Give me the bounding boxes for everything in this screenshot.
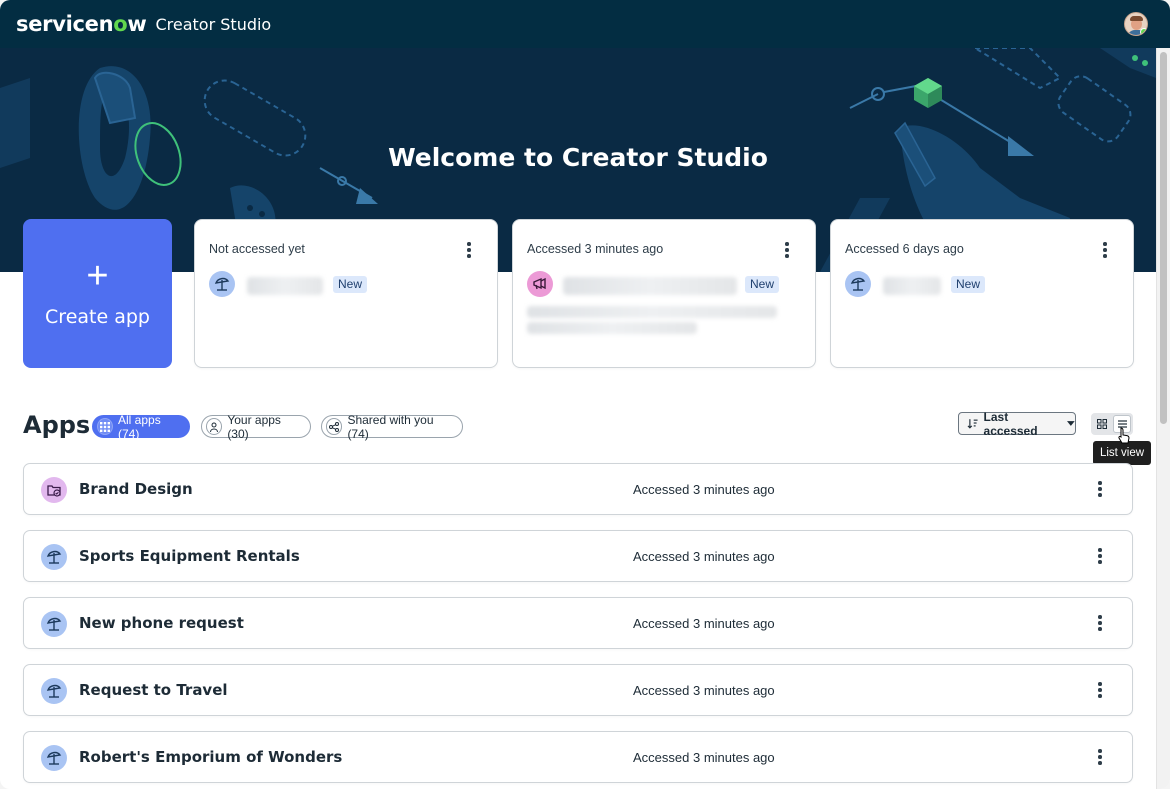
- beach-umbrella-icon: [209, 271, 235, 297]
- app-last-accessed: Accessed 3 minutes ago: [633, 750, 775, 765]
- card-access-meta: Accessed 3 minutes ago: [527, 242, 664, 256]
- card-access-meta: Not accessed yet: [209, 242, 305, 256]
- blurred-app-description: [527, 322, 697, 334]
- app-list-row[interactable]: Sports Equipment Rentals Accessed 3 minu…: [23, 530, 1133, 582]
- person-icon: [206, 418, 223, 435]
- more-options-icon[interactable]: [1092, 547, 1108, 565]
- recent-app-card[interactable]: Accessed 3 minutes ago New: [512, 219, 816, 368]
- grid-view-icon: [1097, 419, 1107, 429]
- megaphone-icon: [527, 271, 553, 297]
- more-options-icon[interactable]: [1092, 480, 1108, 498]
- filter-shared-with-you[interactable]: Shared with you (74): [321, 412, 463, 441]
- blurred-app-name: [247, 277, 323, 295]
- app-last-accessed: Accessed 3 minutes ago: [633, 549, 775, 564]
- app-name: New phone request: [79, 614, 244, 632]
- card-access-meta: Accessed 6 days ago: [845, 242, 964, 256]
- blurred-app-name: [883, 277, 941, 295]
- filter-your-apps[interactable]: Your apps (30): [201, 412, 311, 441]
- hero-title: Welcome to Creator Studio: [388, 143, 768, 172]
- top-navigation-bar: servicen o w Creator Studio: [0, 0, 1170, 48]
- beach-umbrella-icon: [41, 745, 67, 771]
- filter-all-apps[interactable]: All apps (74): [92, 412, 190, 441]
- recent-app-card[interactable]: Accessed 6 days ago New: [830, 219, 1134, 368]
- more-options-icon[interactable]: [1092, 748, 1108, 766]
- grid-view-button[interactable]: [1093, 415, 1111, 433]
- app-list-row[interactable]: Robert's Emporium of Wonders Accessed 3 …: [23, 731, 1133, 783]
- new-badge: New: [951, 276, 986, 293]
- servicenow-logo[interactable]: servicen o w: [16, 12, 147, 36]
- new-badge: New: [745, 276, 780, 293]
- mouse-pointer-icon: [1118, 427, 1130, 444]
- product-name: Creator Studio: [155, 14, 272, 34]
- create-app-button[interactable]: + Create app: [23, 219, 172, 368]
- online-status-dot: [1140, 28, 1147, 35]
- sort-label: Last accessed: [983, 409, 1038, 438]
- more-options-icon[interactable]: [1097, 241, 1113, 259]
- recent-app-card[interactable]: Not accessed yet New: [194, 219, 498, 368]
- apps-section-title: Apps: [23, 411, 91, 439]
- vertical-scrollbar[interactable]: [1156, 48, 1170, 789]
- app-last-accessed: Accessed 3 minutes ago: [633, 482, 775, 497]
- create-app-label: Create app: [45, 305, 150, 328]
- more-options-icon[interactable]: [1092, 681, 1108, 699]
- beach-umbrella-icon: [41, 611, 67, 637]
- sort-dropdown[interactable]: Last accessed: [958, 409, 1076, 438]
- caret-down-icon: [1067, 420, 1075, 426]
- app-name: Sports Equipment Rentals: [79, 547, 300, 565]
- scrollbar-thumb[interactable]: [1160, 52, 1167, 424]
- blurred-app-name: [563, 277, 737, 295]
- more-options-icon[interactable]: [1092, 614, 1108, 632]
- blurred-app-description: [527, 306, 777, 318]
- folder-check-icon: [41, 477, 67, 503]
- grid-icon: [97, 418, 114, 435]
- share-icon: [326, 418, 343, 435]
- app-name: Request to Travel: [79, 681, 228, 699]
- app-list-row[interactable]: New phone request Accessed 3 minutes ago: [23, 597, 1133, 649]
- app-last-accessed: Accessed 3 minutes ago: [633, 683, 775, 698]
- filter-label: All apps (74): [118, 412, 161, 441]
- app-name: Robert's Emporium of Wonders: [79, 748, 343, 766]
- app-last-accessed: Accessed 3 minutes ago: [633, 616, 775, 631]
- beach-umbrella-icon: [41, 544, 67, 570]
- plus-icon: +: [86, 254, 109, 297]
- more-options-icon[interactable]: [461, 241, 477, 259]
- app-name: Brand Design: [79, 480, 193, 498]
- app-window: servicen o w Creator Studio Welcome to C…: [0, 0, 1170, 789]
- more-options-icon[interactable]: [779, 241, 795, 259]
- beach-umbrella-icon: [41, 678, 67, 704]
- app-list-row[interactable]: Request to Travel Accessed 3 minutes ago: [23, 664, 1133, 716]
- filter-label: Shared with you (74): [347, 412, 434, 441]
- app-list-row[interactable]: Brand Design Accessed 3 minutes ago: [23, 463, 1133, 515]
- sort-icon: [967, 419, 978, 429]
- new-badge: New: [333, 276, 368, 293]
- filter-label: Your apps (30): [227, 412, 281, 441]
- beach-umbrella-icon: [845, 271, 871, 297]
- user-avatar[interactable]: [1124, 12, 1148, 36]
